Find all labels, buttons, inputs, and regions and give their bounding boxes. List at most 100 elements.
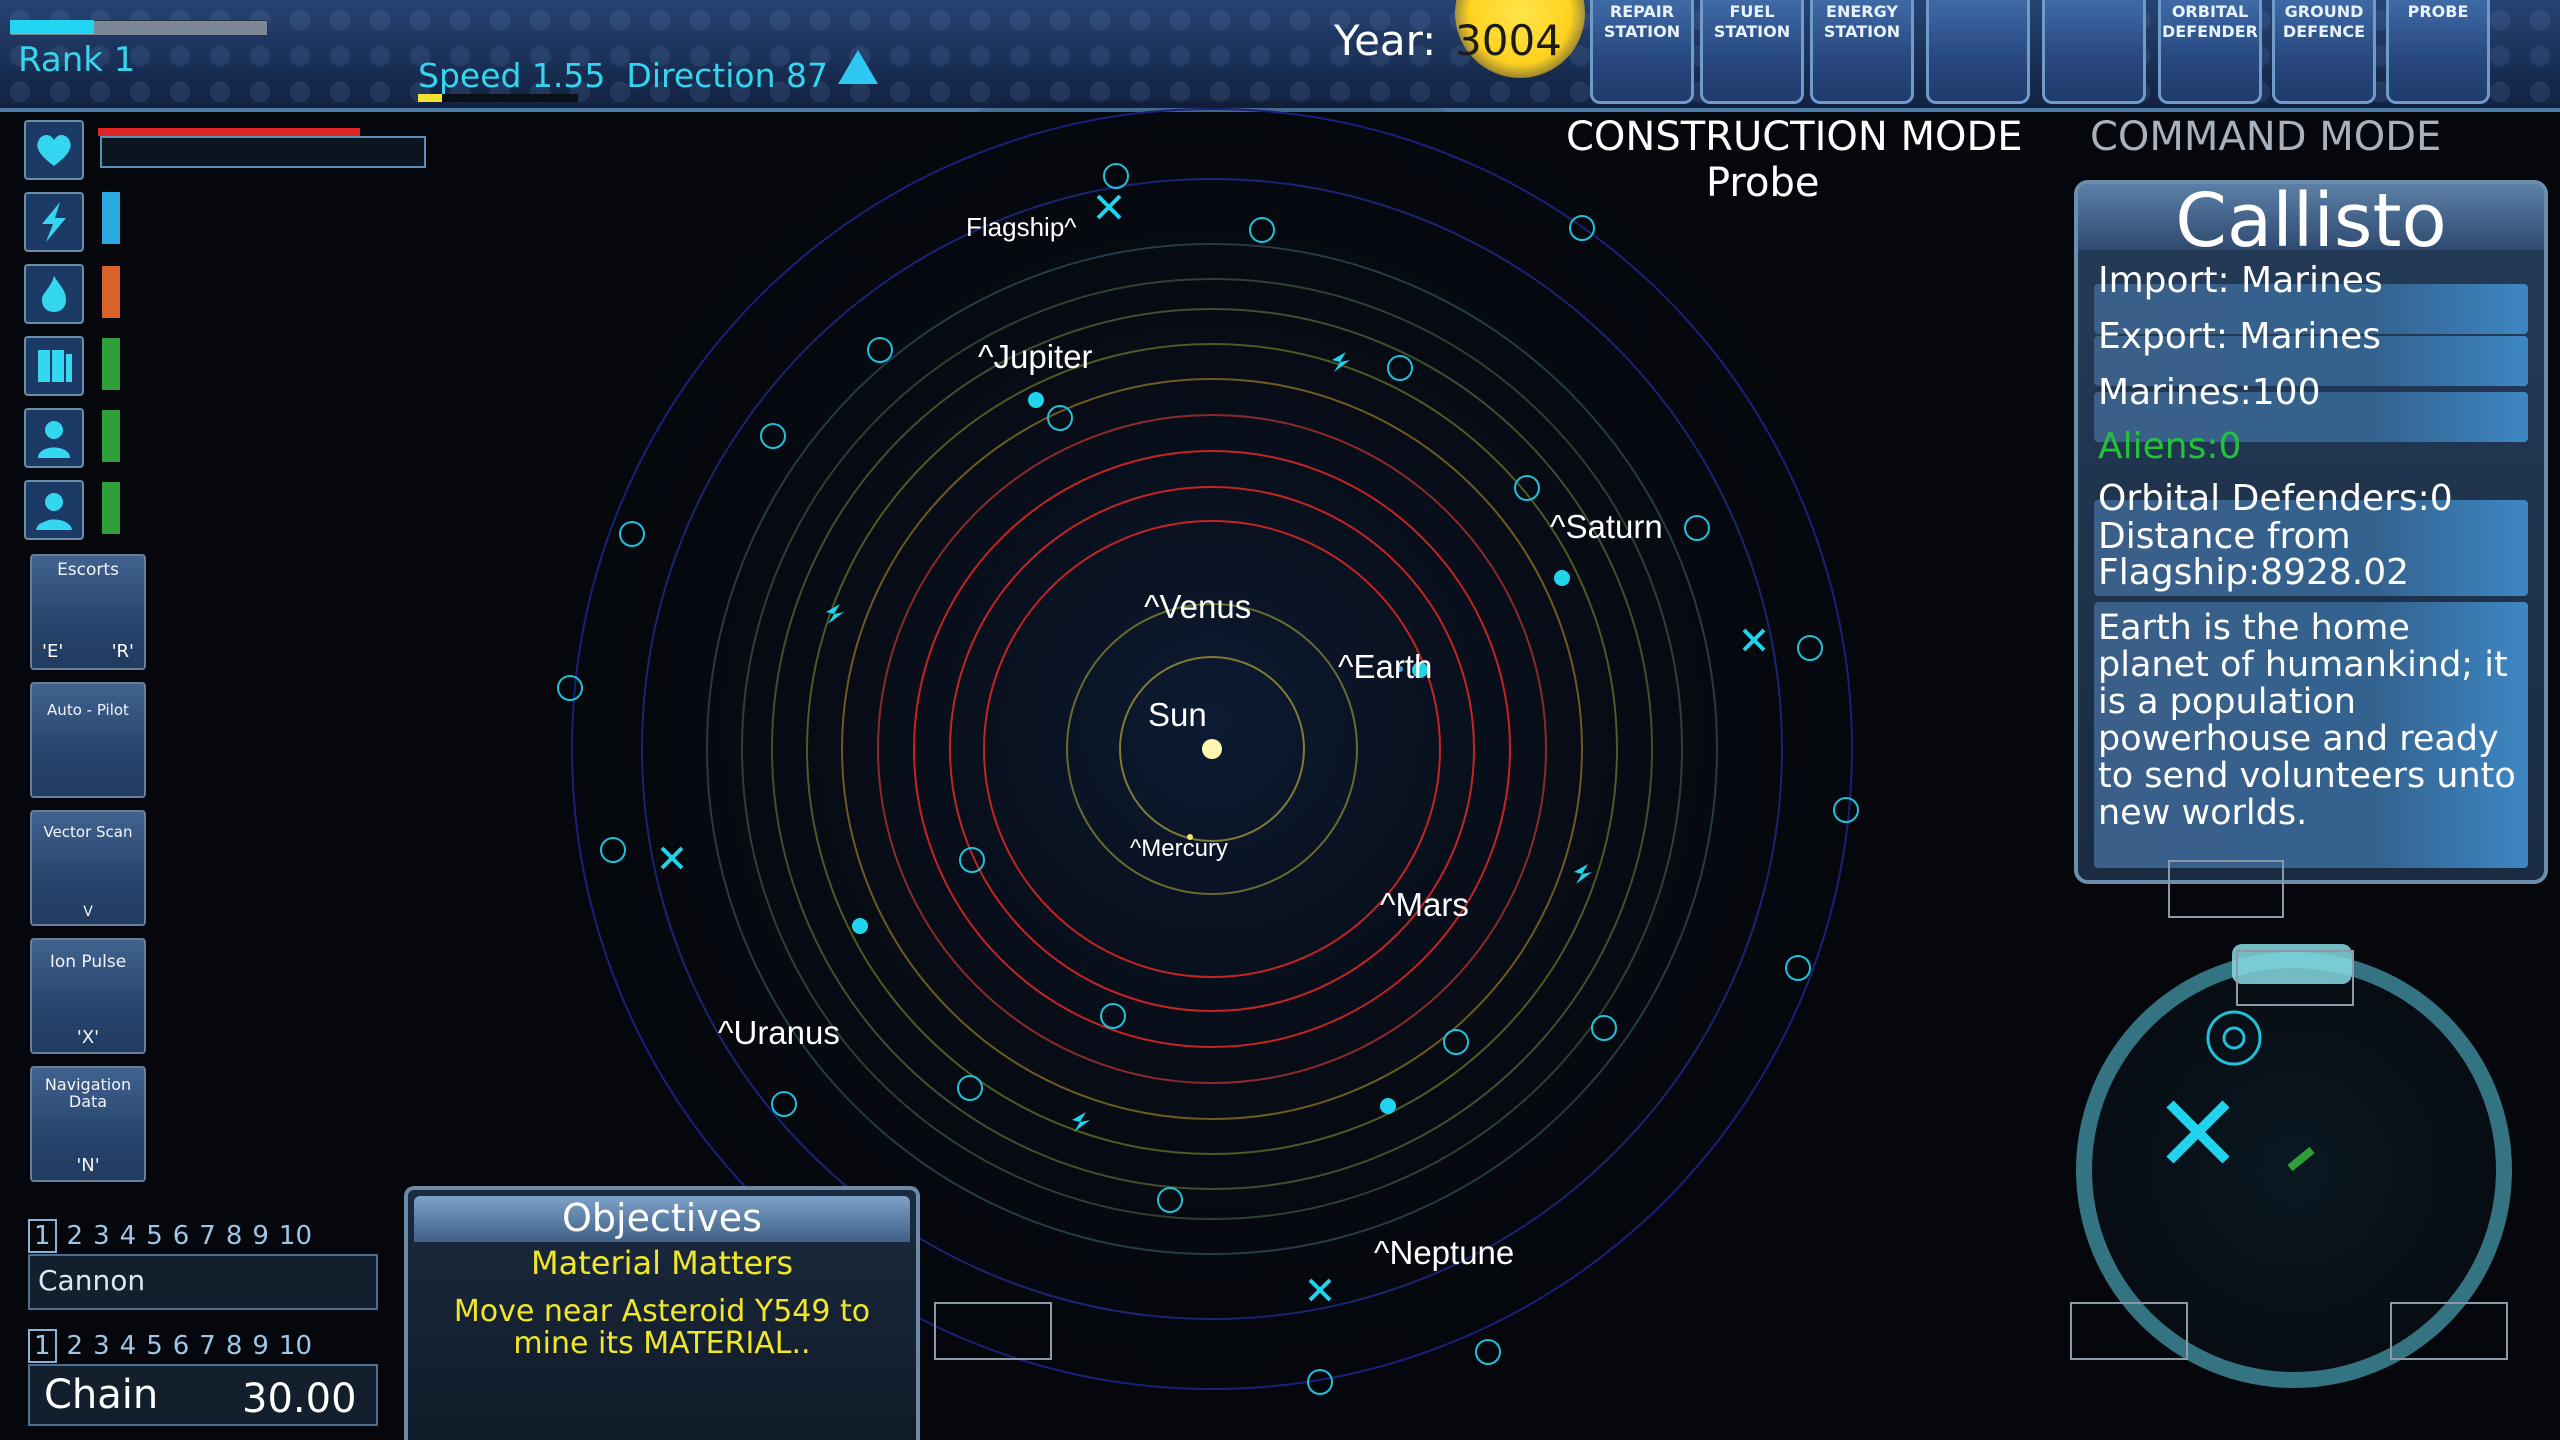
health-status-button[interactable] — [24, 120, 84, 180]
crew-status-button[interactable] — [24, 408, 84, 468]
weapon-slot[interactable]: 8 — [226, 1221, 243, 1251]
crew-icon — [38, 421, 70, 458]
label-mars[interactable]: ^Mars — [1380, 886, 1469, 923]
weapon-slot[interactable]: 10 — [279, 1221, 312, 1251]
build-probe-button[interactable]: PROBE — [2386, 0, 2490, 104]
weapon-slot[interactable]: 4 — [120, 1221, 137, 1251]
secondary-weapon-display[interactable]: Chain 30.00 — [28, 1364, 378, 1426]
build-energy-station-button[interactable]: ENERGY STATION — [1810, 0, 1914, 104]
weapon-slot[interactable]: 5 — [146, 1331, 163, 1361]
build-ground-defence-button[interactable]: GROUND DEFENCE — [2272, 0, 2376, 104]
label-uranus[interactable]: ^Uranus — [718, 1014, 840, 1051]
radar-right-tab[interactable] — [2390, 1302, 2508, 1360]
build-label: GROUND — [2284, 2, 2364, 21]
distance-label-line2: Flagship:8928.02 — [2098, 552, 2410, 593]
energy-status-button[interactable] — [24, 192, 84, 252]
sun-marker[interactable] — [1202, 739, 1222, 759]
build-label: PROBE — [2407, 2, 2469, 21]
fuel-drop-icon — [852, 918, 868, 934]
import-label: Import: Marines — [2098, 260, 2383, 301]
rank-label: Rank 1 — [18, 40, 136, 80]
weapon-slot[interactable]: 1 — [28, 1329, 57, 1363]
escorts-key-r: 'R' — [111, 641, 134, 662]
fuel-flame-icon — [42, 276, 66, 312]
primary-weapon-name: Cannon — [38, 1264, 146, 1297]
ion-pulse-button[interactable]: Ion Pulse 'X' — [30, 938, 146, 1054]
rank-progress-fill — [10, 20, 94, 34]
label-mercury[interactable]: ^Mercury — [1130, 835, 1228, 862]
fuel-drop-icon — [1028, 392, 1044, 408]
planet-name: Callisto — [2175, 178, 2447, 264]
primary-weapon-display[interactable]: Cannon — [28, 1254, 378, 1310]
label-earth[interactable]: ^Earth — [1338, 648, 1432, 685]
build-label: REPAIR — [1609, 2, 1675, 21]
build-fuel-station-button[interactable]: FUEL STATION — [1700, 0, 1804, 104]
label-neptune[interactable]: ^Neptune — [1374, 1234, 1514, 1271]
build-label: DEFENCE — [2282, 22, 2366, 41]
build-label: FUEL — [1729, 2, 1775, 21]
vector-scan-key: V — [83, 904, 93, 920]
export-label: Export: Marines — [2098, 316, 2382, 357]
weapon-slot[interactable]: 6 — [173, 1221, 190, 1251]
command-mode-tab[interactable]: COMMAND MODE — [2090, 114, 2441, 160]
navigation-data-button[interactable]: Navigation Data 'N' — [30, 1066, 146, 1182]
marine-status-button[interactable] — [24, 480, 84, 540]
build-orbital-defender-button[interactable]: ORBITAL DEFENDER — [2158, 0, 2262, 104]
radar-repair-icon — [2166, 1100, 2230, 1164]
health-bar-fill — [98, 128, 360, 136]
weapon-slot[interactable]: 1 — [28, 1219, 57, 1253]
weapon-slot[interactable]: 5 — [146, 1221, 163, 1251]
label-jupiter[interactable]: ^Jupiter — [978, 338, 1093, 375]
build-empty-slot-button[interactable] — [1926, 0, 2030, 104]
weapon-slot[interactable]: 8 — [226, 1331, 243, 1361]
build-label: STATION — [1603, 22, 1681, 41]
weapon-slot[interactable]: 2 — [67, 1221, 84, 1251]
weapon-slot[interactable]: 4 — [120, 1331, 137, 1361]
radar-zoom-tab[interactable] — [2236, 950, 2354, 1006]
weapon-slot[interactable]: 3 — [93, 1221, 110, 1251]
speed-label: Speed 1.55 — [418, 56, 606, 95]
escorts-title: Escorts — [57, 560, 119, 580]
weapon-slot[interactable]: 7 — [199, 1331, 216, 1361]
info-panel-tab[interactable] — [2168, 860, 2284, 918]
autopilot-button[interactable]: Auto - Pilot — [30, 682, 146, 798]
energy-bolt-icon — [42, 202, 66, 242]
target-selection-box[interactable] — [934, 1302, 1052, 1360]
objectives-title: Objectives — [562, 1196, 762, 1240]
weapon-slot[interactable]: 7 — [199, 1221, 216, 1251]
weapon-slot[interactable]: 3 — [93, 1331, 110, 1361]
cargo-status-button[interactable] — [24, 336, 84, 396]
build-label: ENERGY — [1826, 2, 1898, 21]
weapon-slot[interactable]: 9 — [252, 1331, 269, 1361]
weapon-slot[interactable]: 10 — [279, 1331, 312, 1361]
build-empty-slot-button[interactable] — [2042, 0, 2146, 104]
build-label: STATION — [1823, 22, 1901, 41]
vector-scan-title: Vector Scan — [43, 823, 133, 841]
crew-level-bar — [102, 410, 120, 462]
radar-contacts — [2166, 1010, 2315, 1172]
planet-description: Earth is the home planet of humankind; i… — [2098, 608, 2516, 833]
label-saturn[interactable]: ^Saturn — [1550, 508, 1663, 545]
label-sun[interactable]: Sun — [1148, 696, 1207, 733]
fuel-status-button[interactable] — [24, 264, 84, 324]
label-venus[interactable]: ^Venus — [1144, 588, 1251, 625]
vector-scan-button[interactable]: Vector Scan V — [30, 810, 146, 926]
build-repair-station-button[interactable]: REPAIR STATION — [1590, 0, 1694, 104]
primary-weapon-slots[interactable]: 1 2 3 4 5 6 7 8 9 10 — [28, 1218, 378, 1254]
escorts-key-e: 'E' — [42, 641, 64, 662]
weapon-slot[interactable]: 2 — [67, 1331, 84, 1361]
radar-left-tab[interactable] — [2070, 1302, 2188, 1360]
objective-name: Material Matters — [531, 1244, 793, 1282]
secondary-weapon-slots[interactable]: 1 2 3 4 5 6 7 8 9 10 — [28, 1328, 378, 1364]
aliens-label: Aliens:0 — [2098, 426, 2242, 467]
build-label: DEFENDER — [2162, 22, 2258, 41]
secondary-weapon-value: 30.00 — [242, 1376, 357, 1422]
label-flagship[interactable]: Flagship^ — [966, 212, 1077, 242]
radar-flagship-icon — [2287, 1146, 2315, 1172]
weapon-slot[interactable]: 6 — [173, 1331, 190, 1361]
marine-level-bar — [102, 482, 120, 534]
weapon-slot[interactable]: 9 — [252, 1221, 269, 1251]
fuel-drop-icon — [1554, 570, 1570, 586]
build-label: ORBITAL — [2171, 2, 2249, 21]
escorts-button[interactable]: Escorts 'E' 'R' — [30, 554, 146, 670]
